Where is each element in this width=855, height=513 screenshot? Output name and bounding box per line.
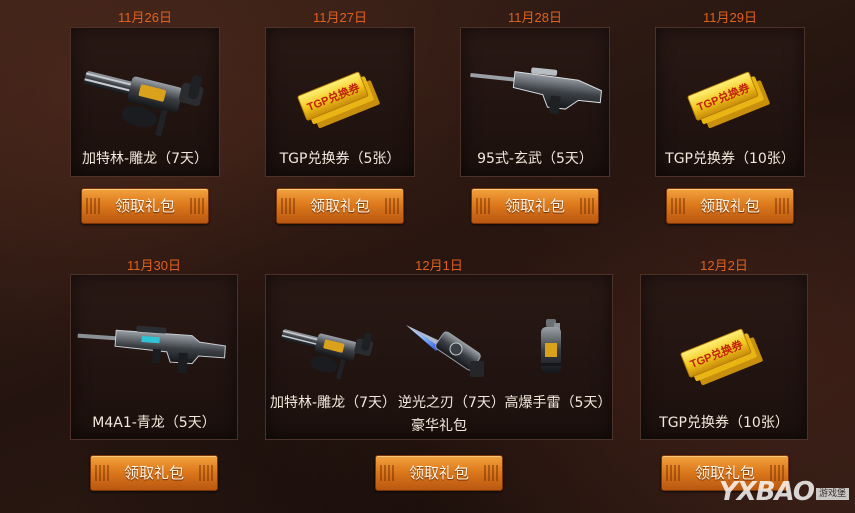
day-3-claim-button[interactable]: 领取礼包	[471, 188, 599, 224]
day-6-claim-button[interactable]: 领取礼包	[375, 455, 503, 491]
day-1-item-label: 加特林-雕龙（7天）	[82, 151, 208, 167]
day-1-card: 加特林-雕龙（7天）	[70, 27, 220, 177]
day-6-item-label-3: 高爆手雷（5天）	[504, 395, 612, 411]
site-watermark: YXBAO 游戏堡	[719, 477, 849, 507]
day-4-item-label: TGP兑换券（10张）	[665, 151, 795, 167]
day-5-claim-button[interactable]: 领取礼包	[90, 455, 218, 491]
day-7-card: TGP兑换券 TGP兑换券（10张）	[640, 274, 808, 440]
day-2-date: 11月27日	[313, 10, 367, 25]
day-2-item-label: TGP兑换券（5张）	[279, 151, 401, 167]
day-7-item-label: TGP兑换券（10张）	[659, 415, 789, 431]
m4a1-rifle-icon	[77, 325, 226, 374]
day-2-card: TGP兑换券 TGP兑换券（5张）	[265, 27, 415, 177]
gatling-gun-icon	[281, 329, 374, 380]
watermark-tag: 游戏堡	[815, 488, 849, 500]
day-4-card: TGP兑换券 TGP兑换券（10张）	[655, 27, 805, 177]
day-6-date: 12月1日	[415, 258, 463, 273]
day-6-bundle-name: 豪华礼包	[411, 418, 467, 434]
blade-icon	[406, 325, 484, 377]
grenade-icon	[541, 319, 561, 373]
gatling-gun-icon	[84, 71, 204, 137]
day-6-item-label-2: 逆光之刃（7天）	[398, 395, 505, 411]
day-5-item-label: M4A1-青龙（5天）	[92, 415, 216, 431]
day-7-date: 12月2日	[700, 258, 748, 273]
day-5-card: M4A1-青龙（5天）	[70, 274, 238, 440]
day-4-claim-button[interactable]: 领取礼包	[666, 188, 794, 224]
day-3-card: 95式-玄武（5天）	[460, 27, 610, 177]
day-3-item-label: 95式-玄武（5天）	[477, 151, 593, 167]
day-4-date: 11月29日	[703, 10, 757, 25]
day-3-date: 11月28日	[508, 10, 562, 25]
day-2-claim-button[interactable]: 领取礼包	[276, 188, 404, 224]
day-5-date: 11月30日	[127, 258, 181, 273]
tgp-voucher-icon: TGP兑换券	[687, 71, 770, 129]
tgp-voucher-icon: TGP兑换券	[297, 71, 380, 129]
watermark-brand: YXBAO	[718, 477, 815, 507]
day-1-date: 11月26日	[118, 10, 172, 25]
day-1-claim-button[interactable]: 领取礼包	[81, 188, 209, 224]
rifle-icon	[470, 67, 603, 115]
tgp-voucher-icon: TGP兑换券	[680, 328, 763, 386]
day-6-item-label-1: 加特林-雕龙（7天）	[270, 395, 396, 411]
day-6-card: 加特林-雕龙（7天） 逆光之刃（7天） 高爆手雷（5天） 豪华礼包	[265, 274, 613, 440]
